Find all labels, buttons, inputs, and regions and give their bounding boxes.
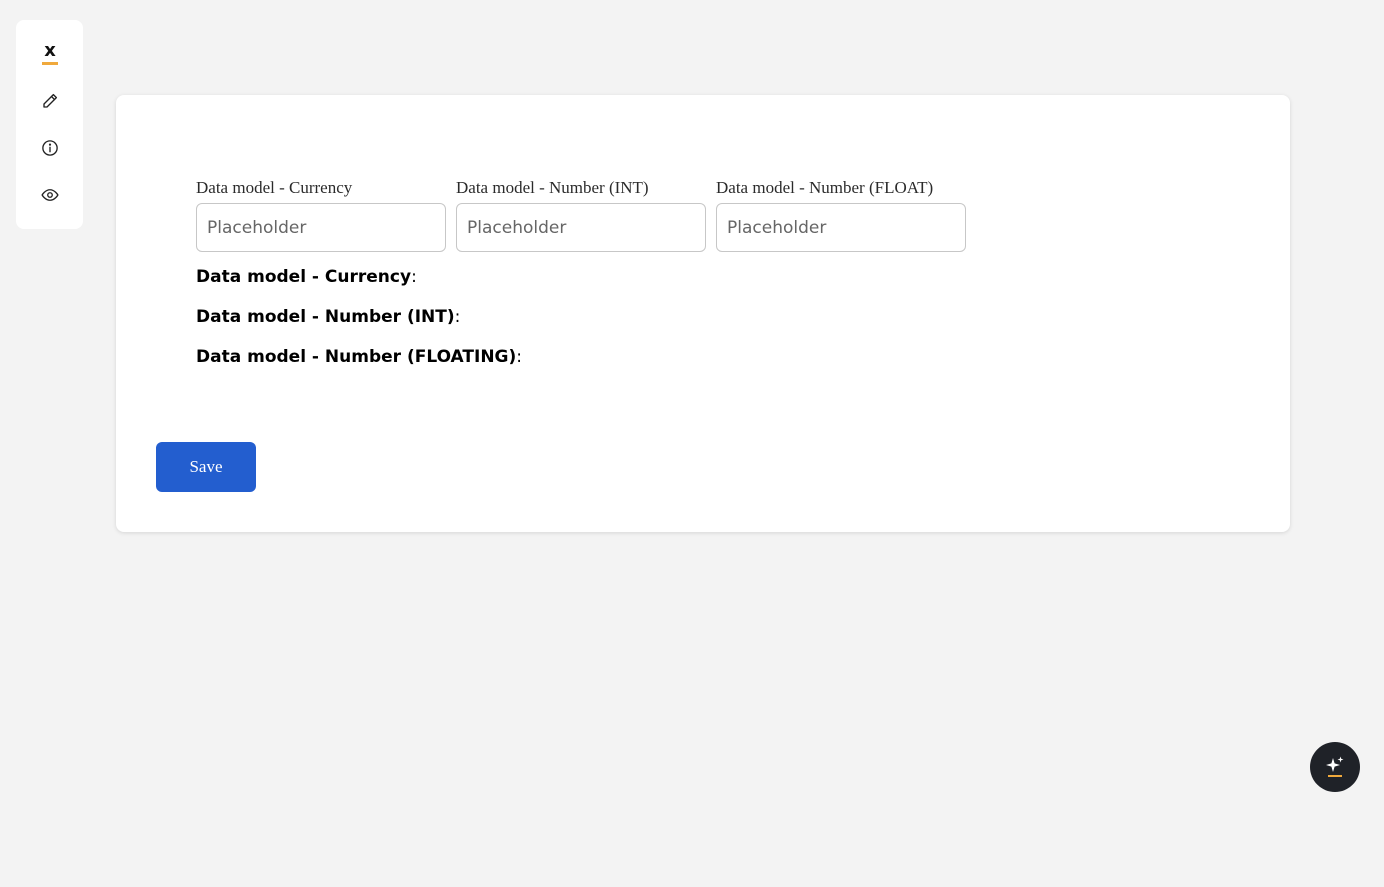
currency-input[interactable]: [196, 203, 446, 252]
field-number-int: Data model - Number (INT): [456, 178, 706, 252]
logo-underline: [42, 62, 58, 65]
number-float-input[interactable]: [716, 203, 966, 252]
output-number-floating: Data model - Number (FLOATING):: [196, 347, 523, 367]
sparkle-icon: [1326, 756, 1344, 777]
edit-button[interactable]: [37, 88, 63, 114]
output-currency: Data model - Currency:: [196, 267, 417, 287]
save-button[interactable]: Save: [156, 442, 256, 492]
pencil-icon: [43, 93, 58, 108]
field-number-int-label: Data model - Number (INT): [456, 178, 649, 197]
output-currency-label: Data model - Currency: [196, 267, 412, 287]
logo-letter: x: [44, 40, 56, 61]
field-number-float: Data model - Number (FLOAT): [716, 178, 966, 252]
field-number-float-label: Data model - Number (FLOAT): [716, 178, 934, 197]
output-number-floating-label: Data model - Number (FLOATING): [196, 347, 517, 367]
form-card: Data model - Currency Data model - Numbe…: [116, 95, 1290, 532]
output-number-int: Data model - Number (INT):: [196, 307, 461, 327]
preview-button[interactable]: [37, 182, 63, 208]
logo[interactable]: x: [41, 42, 59, 66]
info-icon: [42, 140, 58, 156]
field-currency-label: Data model - Currency: [196, 178, 353, 197]
eye-icon: [41, 189, 59, 201]
output-number-int-label: Data model - Number (INT): [196, 307, 455, 327]
assistant-button[interactable]: [1310, 742, 1360, 792]
info-button[interactable]: [37, 135, 63, 161]
field-currency: Data model - Currency: [196, 178, 446, 252]
number-int-input[interactable]: [456, 203, 706, 252]
sidebar: x: [16, 20, 83, 229]
